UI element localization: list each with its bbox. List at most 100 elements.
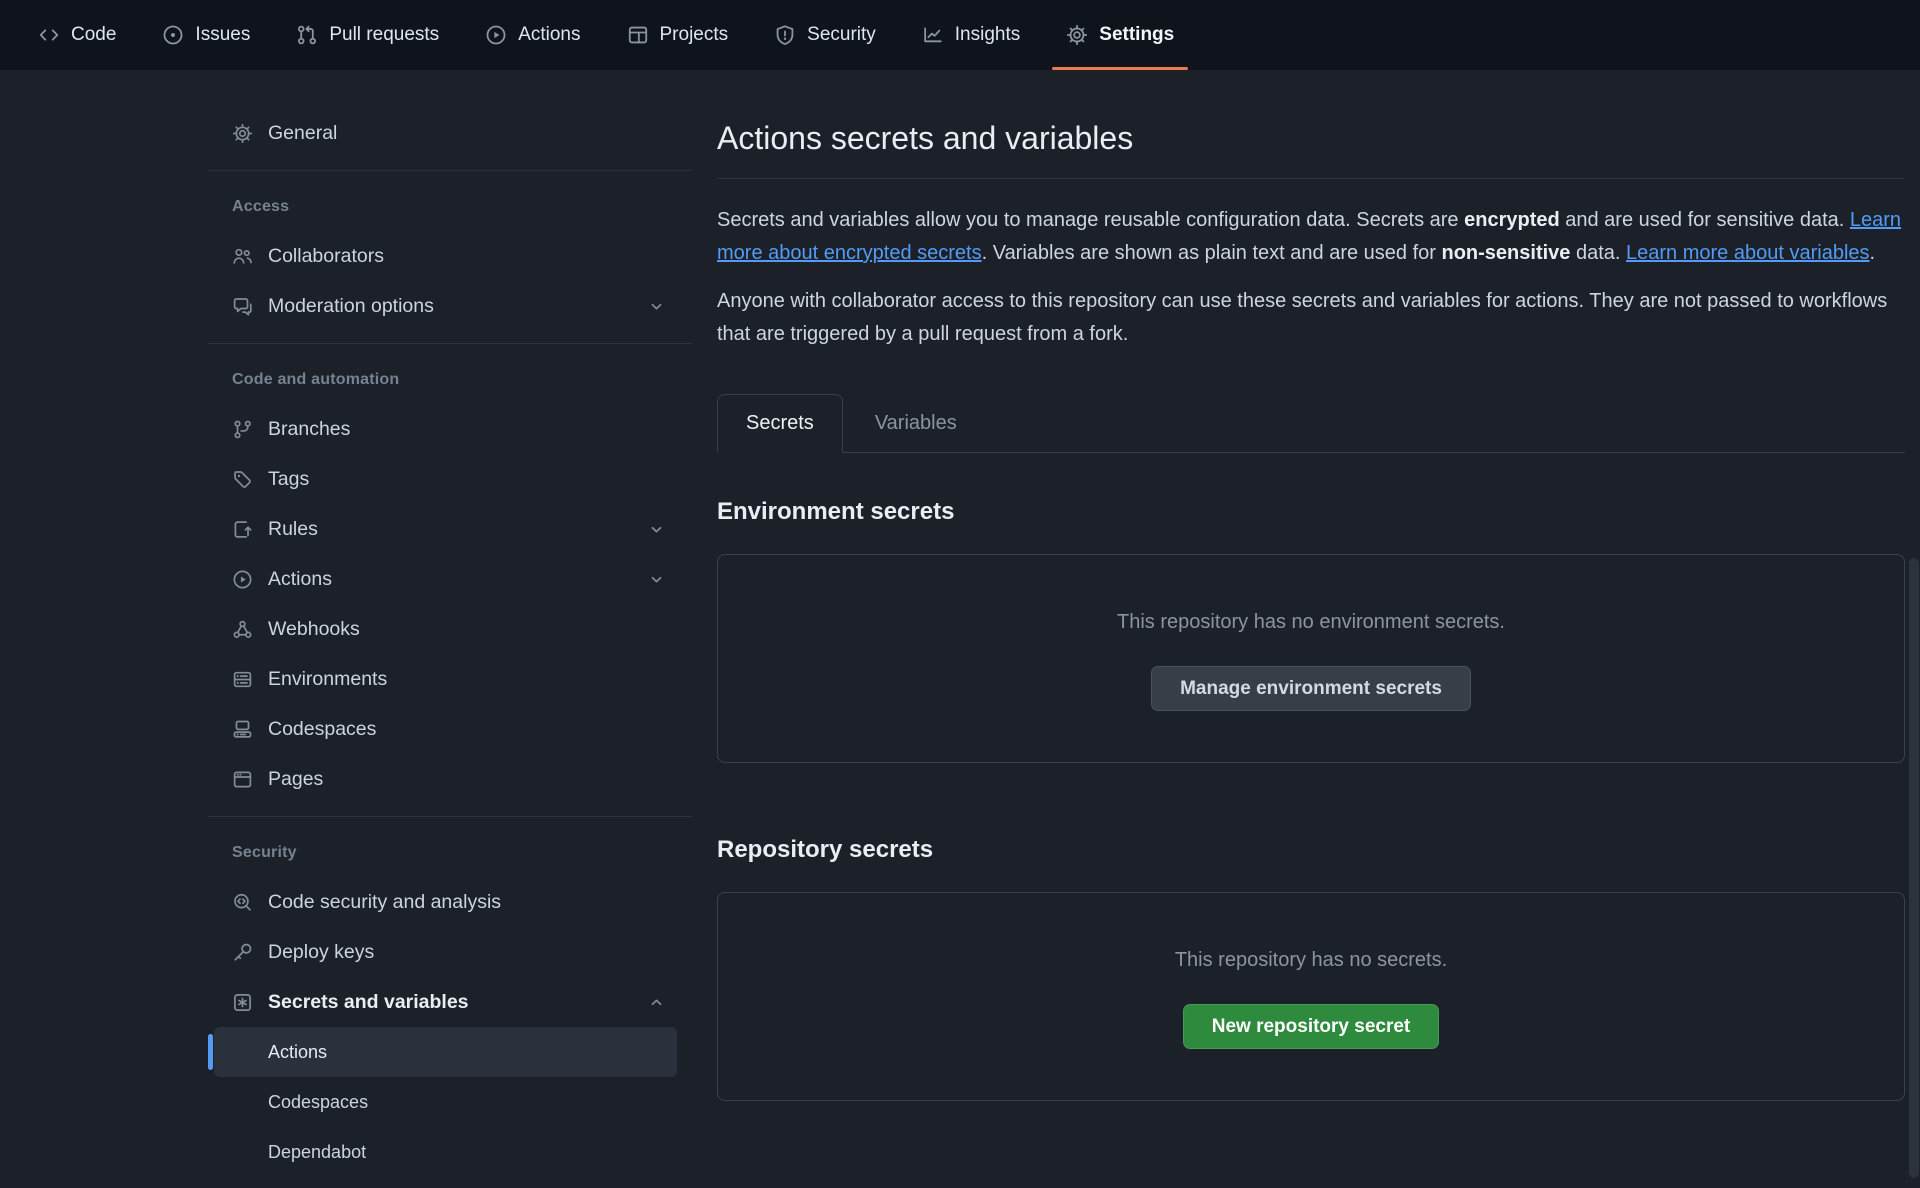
repository-secrets-heading: Repository secrets — [717, 835, 1905, 865]
sidebar-subitem-label: Actions — [268, 1042, 327, 1063]
browser-icon — [232, 769, 253, 790]
sidebar-item-rules[interactable]: Rules — [214, 504, 677, 554]
sidebar-subitem-actions[interactable]: Actions — [214, 1027, 677, 1077]
git-pull-request-icon — [296, 24, 318, 46]
intro-text: . — [1870, 242, 1876, 264]
sidebar-item-label: Actions — [268, 568, 332, 591]
chevron-up-icon — [648, 994, 665, 1011]
sidebar-item-label: Tags — [268, 468, 309, 491]
sidebar-item-label: Code security and analysis — [268, 891, 501, 914]
sidebar-subitem-codespaces[interactable]: Codespaces — [214, 1077, 677, 1127]
divider — [208, 343, 692, 344]
tab-label: Secrets — [746, 412, 814, 435]
codescan-icon — [232, 892, 253, 913]
asterisk-box-icon — [232, 992, 253, 1013]
intro-text: and are used for sensitive data. — [1560, 209, 1850, 231]
people-icon — [232, 246, 253, 267]
manage-environment-secrets-button[interactable]: Manage environment secrets — [1151, 666, 1471, 711]
intro-text: data. — [1570, 242, 1626, 264]
divider — [208, 170, 692, 171]
play-circle-icon — [485, 24, 507, 46]
sidebar-item-label: Branches — [268, 418, 350, 441]
sidebar-item-label: Collaborators — [268, 245, 384, 268]
section-label-code-and-automation: Code and automation — [214, 356, 692, 404]
sidebar-item-collaborators[interactable]: Collaborators — [214, 231, 677, 281]
server-icon — [232, 669, 253, 690]
intro-bold-non-sensitive: non-sensitive — [1442, 242, 1571, 264]
divider — [208, 816, 692, 817]
environment-secrets-empty-box: This repository has no environment secre… — [717, 554, 1905, 763]
settings-sidebar: General Access Collaborators Moderation … — [208, 108, 692, 1177]
sidebar-item-deploy-keys[interactable]: Deploy keys — [214, 927, 677, 977]
chevron-down-icon — [648, 571, 665, 588]
new-repository-secret-button[interactable]: New repository secret — [1183, 1004, 1440, 1049]
tab-label: Variables — [875, 412, 957, 435]
vertical-scrollbar[interactable] — [1909, 558, 1919, 1178]
page-title: Actions secrets and variables — [717, 118, 1905, 158]
sidebar-item-label: Moderation options — [268, 295, 434, 318]
intro-paragraph: Secrets and variables allow you to manag… — [717, 204, 1905, 270]
key-icon — [232, 942, 253, 963]
tab-secrets[interactable]: Secrets — [717, 394, 843, 453]
repository-secrets-empty-message: This repository has no secrets. — [1175, 947, 1447, 973]
tab-label: Issues — [195, 24, 250, 46]
sidebar-item-label: Pages — [268, 768, 323, 791]
main-content: Actions secrets and variables Secrets an… — [717, 0, 1905, 1101]
chevron-down-icon — [648, 298, 665, 315]
sidebar-subitem-label: Codespaces — [268, 1092, 368, 1113]
chevron-down-icon — [648, 521, 665, 538]
intro-text: . Variables are shown as plain text and … — [982, 242, 1442, 264]
sidebar-item-label: Deploy keys — [268, 941, 374, 964]
sidebar-item-label: General — [268, 122, 337, 145]
sidebar-item-label: Secrets and variables — [268, 991, 469, 1014]
tab-issues[interactable]: Issues — [162, 0, 250, 70]
link-variables[interactable]: Learn more about variables — [1626, 242, 1869, 264]
tab-pull-requests[interactable]: Pull requests — [296, 0, 439, 70]
intro-bold-encrypted: encrypted — [1464, 209, 1560, 231]
tab-label: Pull requests — [329, 24, 439, 46]
sidebar-item-environments[interactable]: Environments — [214, 654, 677, 704]
sidebar-item-general[interactable]: General — [214, 108, 677, 158]
codespaces-icon — [232, 719, 253, 740]
environment-secrets-heading: Environment secrets — [717, 497, 1905, 527]
sidebar-item-label: Webhooks — [268, 618, 360, 641]
intro-text: Secrets and variables allow you to manag… — [717, 209, 1464, 231]
sidebar-item-moderation-options[interactable]: Moderation options — [214, 281, 677, 331]
sidebar-item-codespaces[interactable]: Codespaces — [214, 704, 677, 754]
sidebar-item-branches[interactable]: Branches — [214, 404, 677, 454]
code-icon — [38, 24, 60, 46]
section-label-access: Access — [214, 183, 692, 231]
sidebar-item-actions[interactable]: Actions — [214, 554, 677, 604]
sidebar-subitem-label: Dependabot — [268, 1142, 366, 1163]
environment-secrets-empty-message: This repository has no environment secre… — [1117, 609, 1505, 635]
issue-opened-icon — [162, 24, 184, 46]
sidebar-item-label: Rules — [268, 518, 318, 541]
sidebar-item-webhooks[interactable]: Webhooks — [214, 604, 677, 654]
tab-variables[interactable]: Variables — [843, 394, 989, 452]
tag-icon — [232, 469, 253, 490]
sidebar-item-secrets-and-variables[interactable]: Secrets and variables — [214, 977, 677, 1027]
tab-projects[interactable]: Projects — [627, 0, 729, 70]
play-circle-icon — [232, 569, 253, 590]
sidebar-subitem-dependabot[interactable]: Dependabot — [214, 1127, 677, 1177]
webhook-icon — [232, 619, 253, 640]
access-note-paragraph: Anyone with collaborator access to this … — [717, 285, 1905, 351]
divider — [717, 178, 1905, 179]
secrets-variables-tabnav: Secrets Variables — [717, 394, 1905, 453]
gear-icon — [232, 123, 253, 144]
tab-actions[interactable]: Actions — [485, 0, 580, 70]
tab-code[interactable]: Code — [38, 0, 116, 70]
git-branch-icon — [232, 419, 253, 440]
comment-discussion-icon — [232, 296, 253, 317]
sidebar-item-label: Environments — [268, 668, 387, 691]
rules-icon — [232, 519, 253, 540]
sidebar-item-tags[interactable]: Tags — [214, 454, 677, 504]
section-label-security: Security — [214, 829, 692, 877]
repository-secrets-empty-box: This repository has no secrets. New repo… — [717, 892, 1905, 1101]
tab-label: Code — [71, 24, 116, 46]
sidebar-item-label: Codespaces — [268, 718, 376, 741]
sidebar-item-pages[interactable]: Pages — [214, 754, 677, 804]
sidebar-item-code-security[interactable]: Code security and analysis — [214, 877, 677, 927]
tab-label: Actions — [518, 24, 580, 46]
table-icon — [627, 24, 649, 46]
